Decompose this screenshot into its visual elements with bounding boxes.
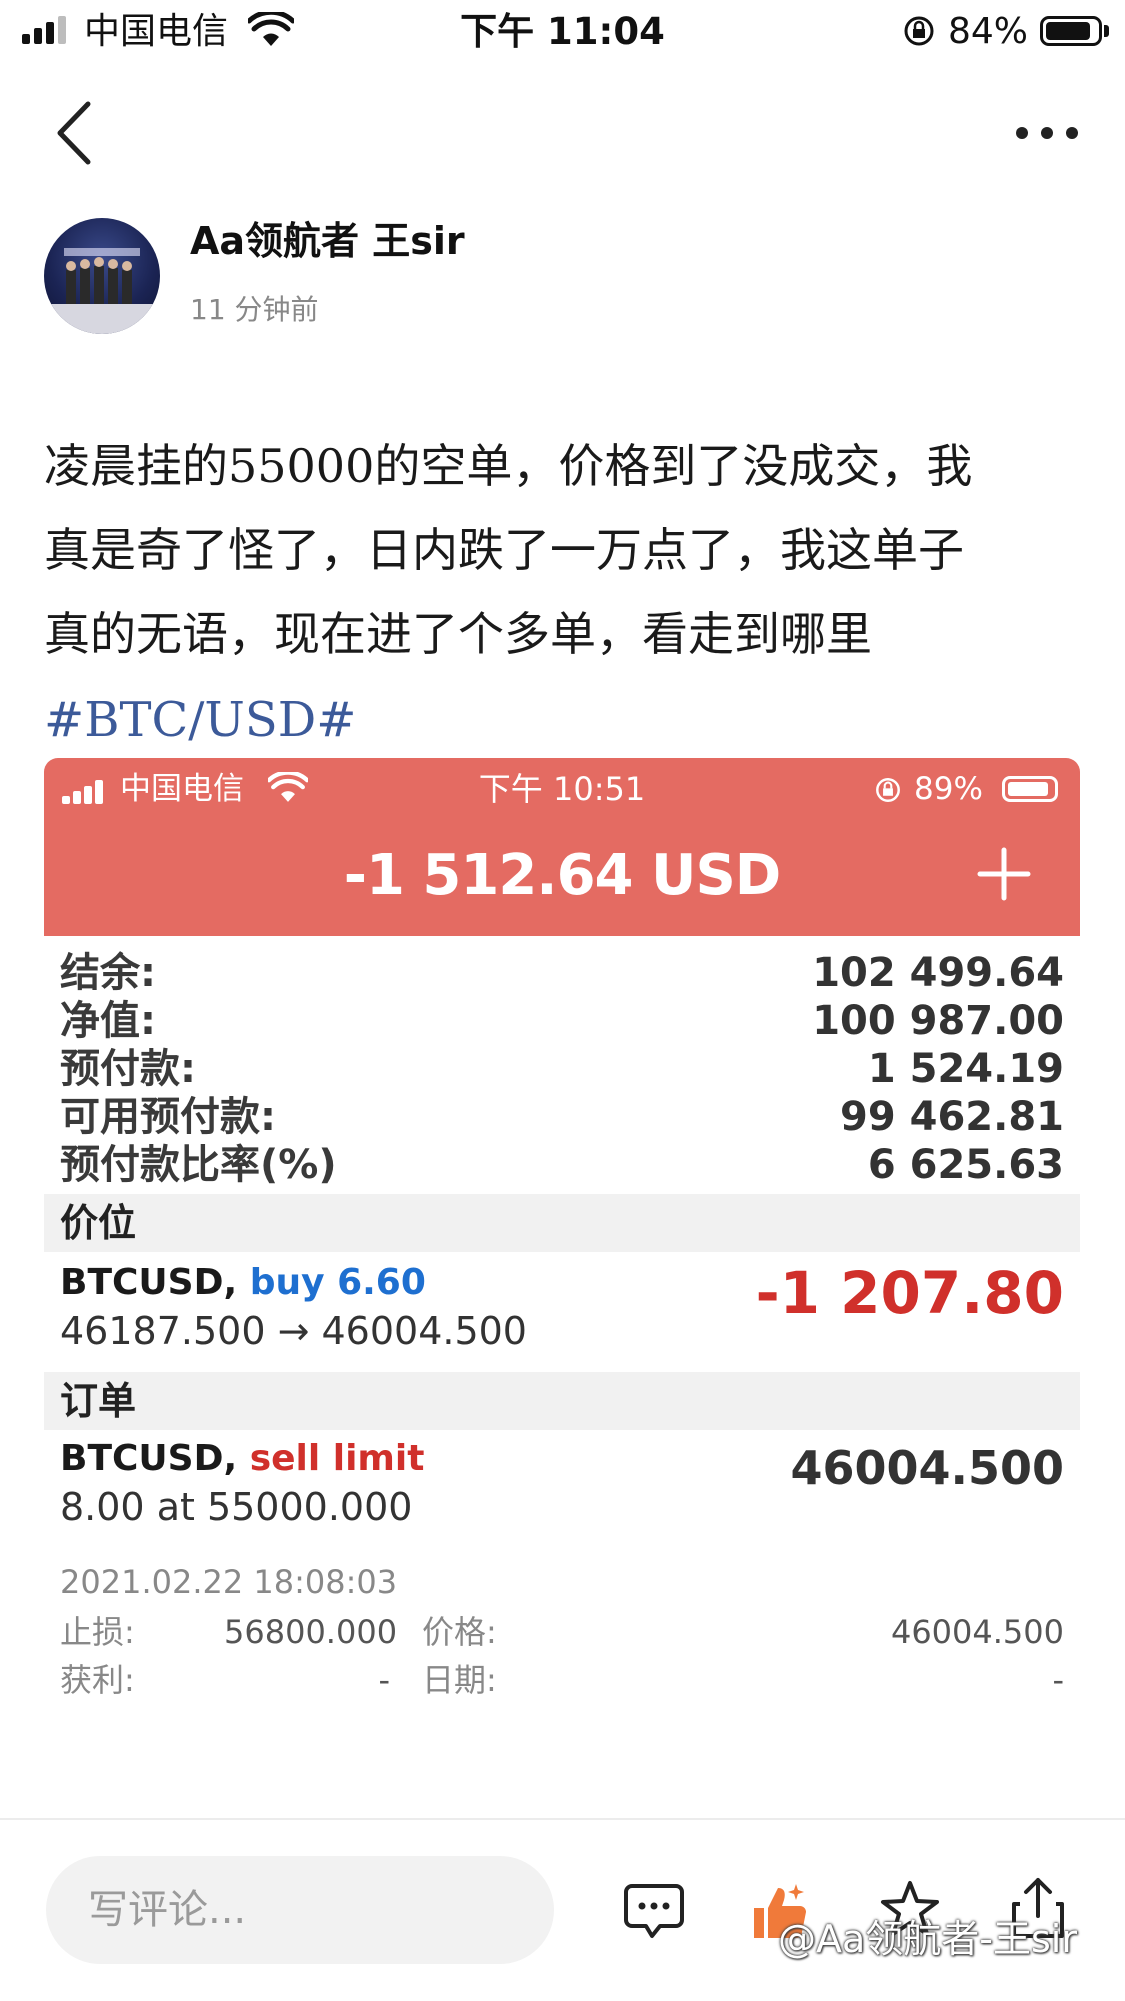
status-bar: 中国电信 下午 11:04 84% <box>0 0 1125 64</box>
position-profit: -1 207.80 <box>755 1259 1064 1327</box>
rotation-lock-icon <box>876 778 900 802</box>
hashtag-link[interactable]: #BTC/USD# <box>44 690 356 750</box>
take-profit-value: - <box>378 1661 390 1699</box>
battery-percent: 89% <box>914 771 983 807</box>
trading-header: 中国电信 下午 10:51 89% -1 512.64 USD <box>44 758 1080 936</box>
position-side: buy 6.60 <box>249 1262 426 1303</box>
order-date: 2021.02.22 18:08:03 <box>60 1563 398 1601</box>
position-symbol[interactable]: BTCUSD, buy 6.60 <box>60 1258 426 1308</box>
positions-section-bar <box>44 1194 1080 1252</box>
date-label: 日期: <box>422 1661 497 1699</box>
post-text-line: 真是奇了怪了，日内跌了一万点了，我这单子 <box>44 523 964 577</box>
margin-level-label: 预付款比率(%) <box>60 1142 337 1188</box>
more-dots-icon[interactable] <box>1014 118 1080 148</box>
watermark-text: @Aa领航者-王sir <box>778 1917 1077 1961</box>
take-profit-label: 获利: <box>60 1661 135 1699</box>
position-prices: 46187.500 → 46004.500 <box>60 1309 527 1353</box>
order-type: sell limit <box>249 1438 425 1479</box>
battery-icon <box>1002 776 1058 802</box>
stop-loss-value: 56800.000 <box>224 1613 398 1651</box>
chevron-left-icon[interactable] <box>52 100 94 166</box>
battery-percent: 84% <box>948 11 1029 52</box>
date-value: - <box>1052 1661 1064 1699</box>
post-text-line: 真的无语，现在进了个多单，看走到哪里 <box>44 607 872 661</box>
post-image[interactable]: 中国电信 下午 10:51 89% -1 512.64 USD 结余: 102 … <box>44 758 1080 1818</box>
order-symbol-name: BTCUSD, <box>60 1438 238 1479</box>
comment-placeholder: 写评论... <box>88 1887 247 1933</box>
battery-icon <box>1040 16 1102 46</box>
margin-level-value: 6 625.63 <box>867 1142 1064 1188</box>
order-symbol[interactable]: BTCUSD, sell limit <box>60 1434 424 1484</box>
order-price: 46004.500 <box>790 1441 1064 1495</box>
positions-title: 价位 <box>60 1201 137 1245</box>
post-text-line: 凌晨挂的55000的空单，价格到了没成交，我 <box>44 439 973 493</box>
comment-icon[interactable] <box>622 1878 686 1942</box>
plus-icon[interactable] <box>976 846 1032 902</box>
post-time: 11 分钟前 <box>190 293 319 326</box>
author-name[interactable]: Aa领航者 王sir <box>190 214 465 268</box>
price-label: 价格: <box>422 1613 497 1651</box>
orders-title: 订单 <box>60 1379 137 1423</box>
avatar[interactable] <box>44 218 160 334</box>
order-detail: 8.00 at 55000.000 <box>60 1485 413 1529</box>
floating-profit: -1 512.64 USD <box>343 843 782 908</box>
price-value: 46004.500 <box>890 1613 1064 1651</box>
avatar-photo <box>44 248 160 334</box>
stop-loss-label: 止损: <box>60 1613 135 1651</box>
position-symbol-name: BTCUSD, <box>60 1262 238 1303</box>
battery-tip <box>1104 25 1109 37</box>
bottom-divider <box>0 1818 1125 1820</box>
rotation-lock-icon <box>904 16 934 46</box>
orders-section-bar <box>44 1372 1080 1430</box>
